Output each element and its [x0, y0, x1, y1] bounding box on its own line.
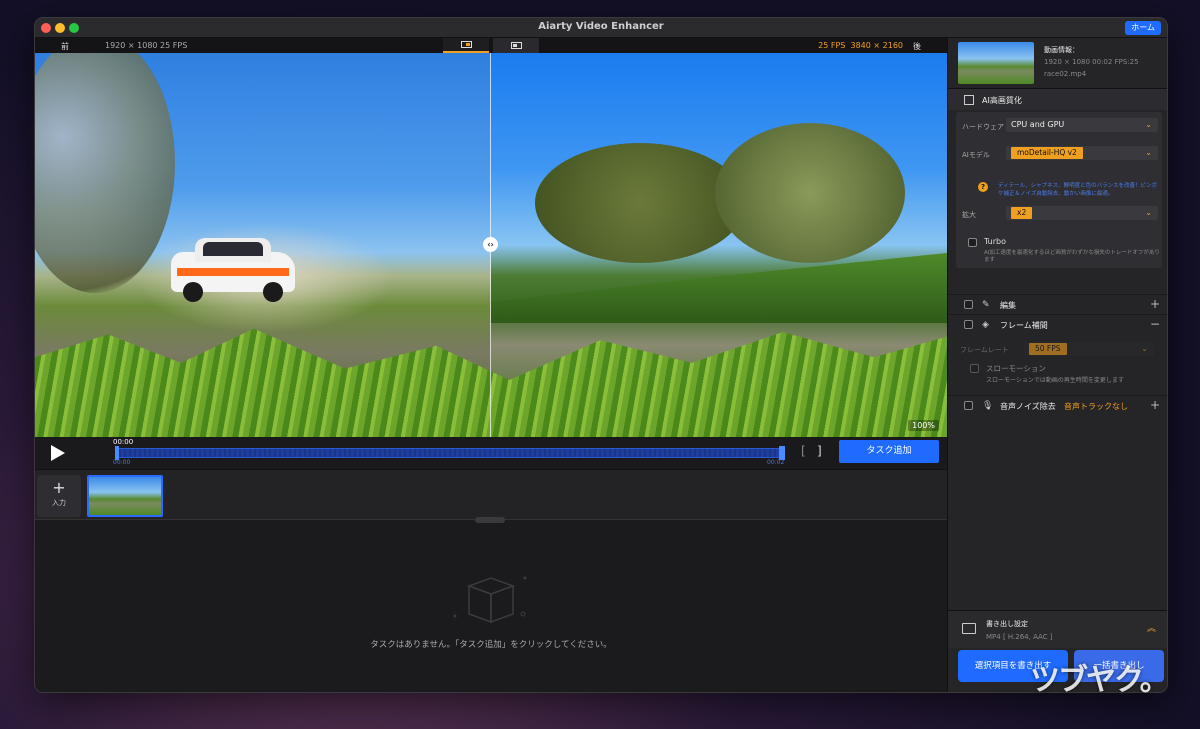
add-task-button[interactable]: タスク追加	[839, 440, 939, 463]
export-settings[interactable]: 書き出し設定 MP4 [ H.264, AAC ] ︽	[948, 610, 1167, 648]
scene-tree	[535, 143, 745, 263]
frame-interp-row[interactable]: ◈ フレーム補間 −	[948, 314, 1167, 334]
task-list: タスクはありません。「タスク追加」をクリックしてください。	[35, 517, 947, 692]
empty-box-icon	[453, 576, 527, 624]
video-info-title: 動画情報：	[1044, 46, 1079, 54]
expand-plus-icon[interactable]: +	[1150, 398, 1160, 412]
empty-message: タスクはありません。「タスク追加」をクリックしてください。	[370, 640, 612, 650]
info-thumbnail	[958, 42, 1034, 84]
expand-plus-icon[interactable]: +	[1150, 297, 1160, 311]
chevron-up-icon[interactable]: ︽	[1147, 621, 1156, 634]
scale-select[interactable]: x2 ⌄	[1006, 206, 1158, 220]
add-input-button[interactable]: + 入力	[37, 475, 81, 517]
enhance-icon	[964, 95, 974, 105]
mark-in-button[interactable]: [	[801, 444, 806, 458]
split-view-icon	[460, 41, 472, 48]
scale-label: 拡大	[962, 211, 976, 219]
add-input-label: 入力	[52, 499, 66, 507]
frame-rate-select[interactable]: 50 FPS ⌄	[1024, 342, 1154, 356]
video-info-meta: 1920 × 1080 00:02 FPS:25	[1044, 58, 1139, 66]
source-info: 1920 × 1080 25 FPS	[105, 41, 188, 50]
microphone-icon: 🎙	[982, 401, 994, 411]
slowmo-checkbox[interactable]	[970, 364, 979, 373]
plus-icon: +	[52, 478, 66, 497]
app-window: Aiarty Video Enhancer ホーム 前 1920 × 1080 …	[34, 17, 1168, 693]
video-thumbnail[interactable]	[87, 475, 163, 517]
frames-icon: ◈	[982, 320, 989, 330]
export-title: 書き出し設定	[986, 620, 1028, 628]
frame-rate-row: フレームレート 50 FPS ⌄	[958, 342, 1158, 358]
turbo-label: Turbo	[984, 237, 1007, 246]
noise-label: 音声ノイズ除去	[1000, 402, 1056, 411]
current-time: 00:00	[113, 438, 134, 446]
input-strip: + 入力	[35, 469, 947, 519]
ai-section-title: AI高画質化	[982, 96, 1022, 105]
frame-rate-label: フレームレート	[960, 346, 1009, 354]
help-icon[interactable]: ?	[978, 182, 988, 192]
model-description: ディテール、シャプネス、鮮明度と色のバランスを改善！ピンボケ補正＆ノイズ自動除去…	[998, 183, 1158, 197]
model-select[interactable]: moDetail-HQ v2 ⌄	[1006, 146, 1158, 160]
collapse-minus-icon[interactable]: −	[1150, 317, 1160, 331]
edit-icon: ✎	[982, 300, 990, 310]
resize-grip[interactable]	[475, 517, 505, 523]
rally-car	[171, 238, 295, 306]
export-format: MP4 [ H.264, AAC ]	[986, 633, 1053, 641]
home-button[interactable]: ホーム	[1125, 21, 1161, 35]
split-view-button[interactable]	[443, 38, 489, 53]
trim-start-handle[interactable]	[115, 446, 119, 460]
side-by-side-icon	[510, 42, 522, 49]
zoom-level[interactable]: 100%	[908, 420, 939, 431]
hardware-select[interactable]: CPU and GPU ⌄	[1006, 118, 1158, 132]
video-preview[interactable]: ‹› 100%	[35, 53, 947, 437]
settings-panel: 動画情報： 1920 × 1080 00:02 FPS:25 race02.mp…	[947, 38, 1167, 692]
noise-checkbox[interactable]	[964, 401, 973, 410]
scene-tree	[715, 123, 905, 263]
range-end: 00:02	[767, 459, 785, 466]
edit-row[interactable]: ✎ 編集 +	[948, 294, 1167, 314]
mark-out-button[interactable]: ]	[817, 444, 822, 458]
range-start: 00:00	[113, 459, 131, 466]
slowmo-label: スローモーション	[986, 364, 1046, 373]
timeline-track[interactable]	[115, 448, 785, 458]
chevron-down-icon: ⌄	[1145, 120, 1152, 129]
split-handle-icon[interactable]: ‹›	[483, 237, 498, 252]
app-title: Aiarty Video Enhancer	[538, 21, 664, 32]
ai-section-header[interactable]: AI高画質化	[948, 88, 1167, 110]
side-by-side-button[interactable]	[493, 38, 539, 53]
turbo-description: AI加工速度を最適化するほど画質がわずかな損失のトレードオフがあります	[984, 250, 1160, 263]
turbo-checkbox[interactable]	[968, 238, 977, 247]
before-label: 前	[61, 42, 69, 51]
noise-status: 音声トラックなし	[1064, 402, 1128, 411]
chevron-down-icon: ⌄	[1145, 148, 1152, 157]
edit-label: 編集	[1000, 301, 1016, 310]
frame-interp-checkbox[interactable]	[964, 320, 973, 329]
trim-end-handle[interactable]	[779, 446, 785, 460]
playback-bar: 00:00 00:00 00:02 [ ] タスク追加	[35, 437, 947, 469]
preview-header: 前 1920 × 1080 25 FPS 25 FPS 3840 × 2160 …	[35, 38, 947, 53]
edit-checkbox[interactable]	[964, 300, 973, 309]
after-label: 後	[913, 42, 921, 51]
model-label: AIモデル	[962, 151, 990, 159]
chevron-down-icon: ⌄	[1145, 208, 1152, 217]
video-info-file: race02.mp4	[1044, 70, 1087, 78]
hardware-label: ハードウェア	[962, 123, 1004, 131]
slowmo-description: スローモーションでは動画の再生時間を変更します	[986, 377, 1124, 384]
output-info: 25 FPS 3840 × 2160	[818, 41, 903, 50]
export-settings-icon	[962, 623, 976, 634]
frame-interp-label: フレーム補間	[1000, 321, 1048, 330]
play-icon[interactable]	[51, 445, 65, 461]
title-bar: Aiarty Video Enhancer ホーム	[35, 18, 1167, 38]
ai-settings-card: ハードウェア CPU and GPU ⌄ AIモデル moDetail-HQ v2…	[956, 112, 1162, 268]
chevron-down-icon: ⌄	[1141, 344, 1148, 353]
watermark-logo: ツブヤク。	[1030, 663, 1170, 698]
noise-row[interactable]: 🎙 音声ノイズ除去 音声トラックなし +	[948, 395, 1167, 415]
